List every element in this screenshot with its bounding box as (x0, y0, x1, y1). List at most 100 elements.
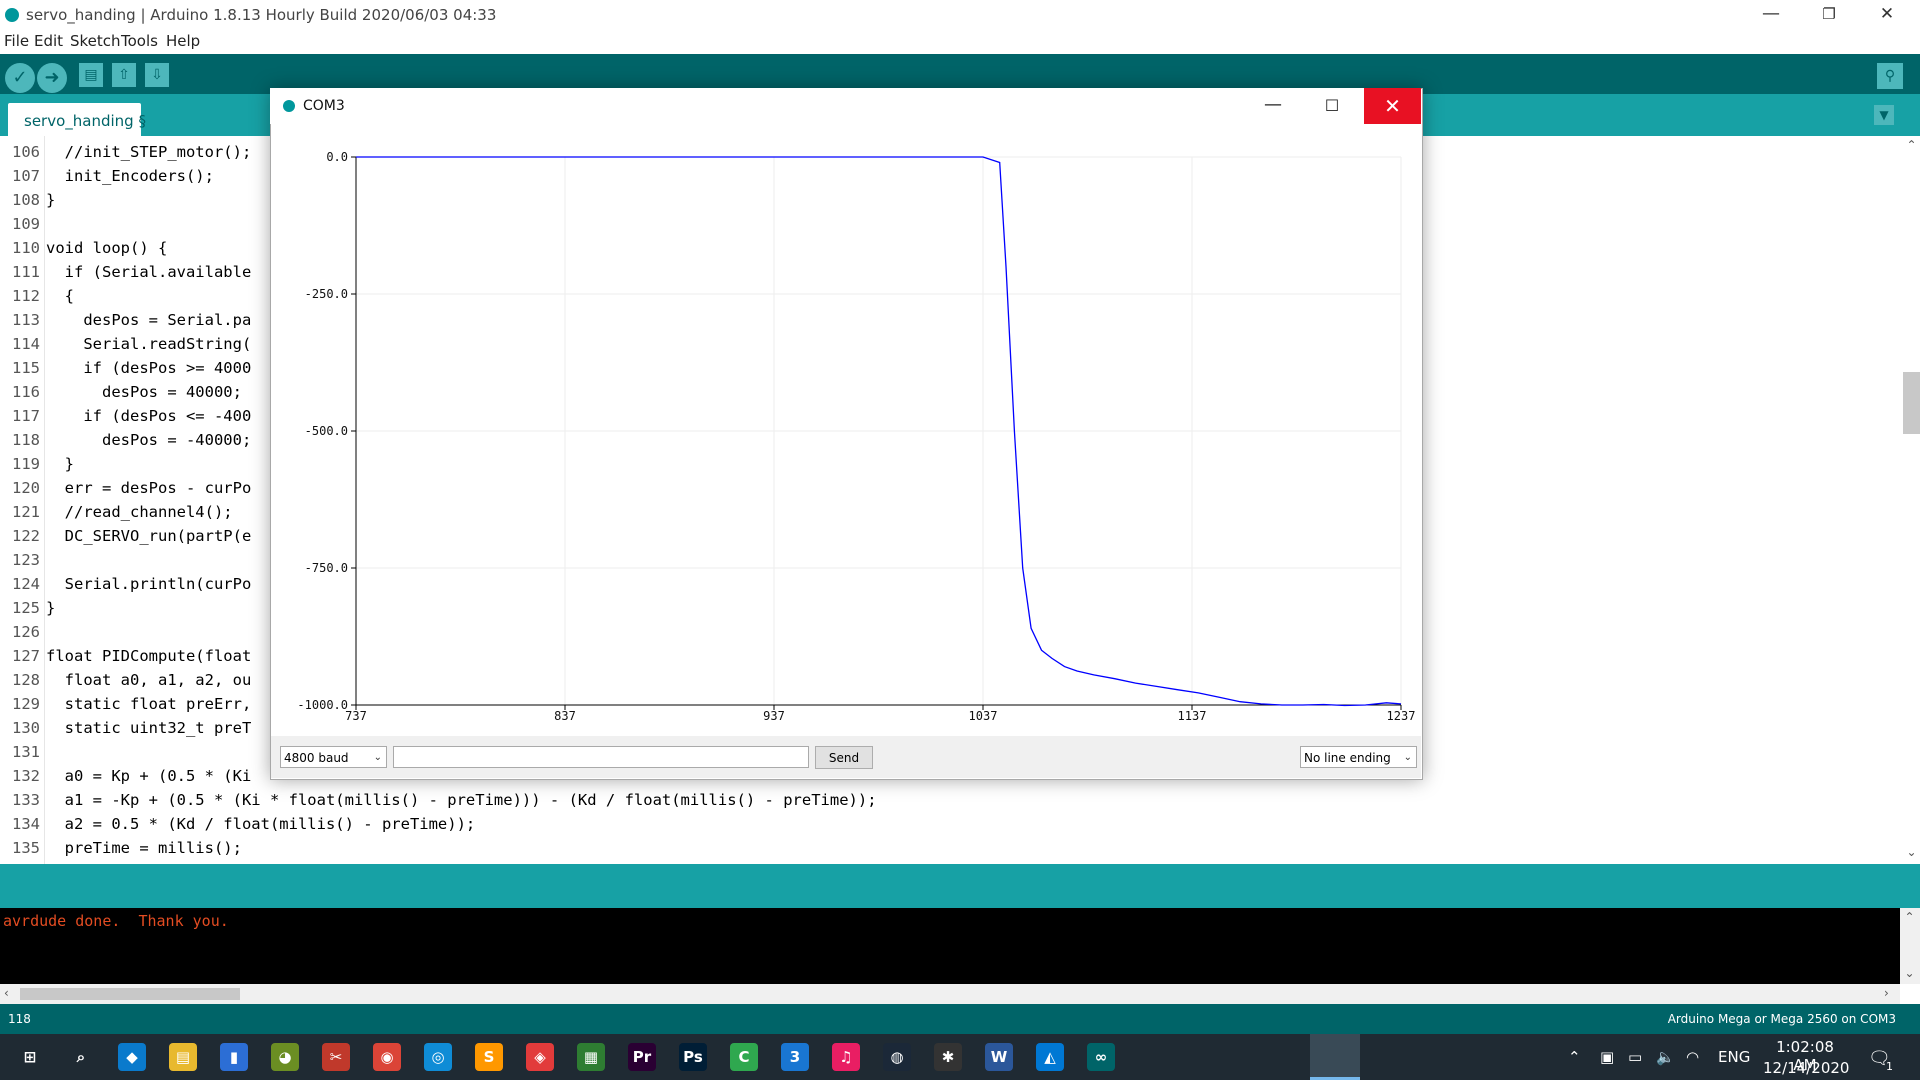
console-scroll-up-icon[interactable]: ⌃ (1901, 910, 1918, 924)
menu-sketch[interactable]: Sketch (70, 32, 121, 50)
battery-icon[interactable]: ▭ (1628, 1048, 1642, 1066)
code-line[interactable]: 121 //read_channel4(); (0, 500, 233, 524)
chrome-icon[interactable]: ◉ (373, 1043, 401, 1071)
editor-vertical-scrollbar[interactable] (1903, 136, 1920, 864)
line-number: 125 (12, 599, 40, 617)
paint-icon[interactable]: ◕ (271, 1043, 299, 1071)
code-line[interactable]: 123 (0, 548, 46, 572)
code-line[interactable]: 130 static uint32_t preT (0, 716, 251, 740)
console-hscroll-thumb[interactable] (20, 988, 240, 1000)
code-line[interactable]: 128 float a0, a1, a2, ou (0, 668, 251, 692)
console-scroll-down-icon[interactable]: ⌄ (1901, 966, 1918, 980)
edge-icon[interactable]: ◎ (424, 1043, 452, 1071)
sublime-icon[interactable]: S (475, 1043, 503, 1071)
scroll-right-icon[interactable]: › (1884, 986, 1889, 1000)
serial-send-input[interactable] (393, 746, 809, 768)
tool-icon[interactable]: ✱ (934, 1043, 962, 1071)
upload-button[interactable]: ➜ (37, 63, 67, 93)
notes-icon[interactable]: ▮ (220, 1043, 248, 1071)
itunes-icon[interactable]: ♫ (832, 1043, 860, 1071)
code-line[interactable]: 119 } (0, 452, 74, 476)
code-line[interactable]: 133 a1 = -Kp + (0.5 * (Ki * float(millis… (0, 788, 877, 812)
menu-help[interactable]: Help (166, 32, 200, 50)
line-number: 110 (12, 239, 40, 257)
code-line[interactable]: 122 DC_SERVO_run(partP(e (0, 524, 251, 548)
menu-file[interactable]: File (4, 32, 29, 50)
language-indicator[interactable]: ENG (1718, 1048, 1750, 1066)
code-line[interactable]: 132 a0 = Kp + (0.5 * (Ki (0, 764, 251, 788)
send-button[interactable]: Send (815, 746, 873, 769)
chevron-up-icon[interactable]: ⌃ (1568, 1048, 1581, 1066)
code-line[interactable]: 126 (0, 620, 46, 644)
arduino-icon[interactable]: ∞ (1087, 1043, 1115, 1071)
scroll-left-icon[interactable]: ‹ (4, 986, 9, 1000)
code-line[interactable]: 116 desPos = 40000; (0, 380, 242, 404)
line-number: 129 (12, 695, 40, 713)
close-button[interactable]: ✕ (1858, 0, 1916, 30)
code-line[interactable]: 127 float PIDCompute(float (0, 644, 251, 668)
photos-icon[interactable]: ◭ (1036, 1043, 1064, 1071)
code-line[interactable]: 108} (0, 188, 55, 212)
code-text: //init_STEP_motor(); (46, 143, 252, 161)
editor-scroll-thumb[interactable] (1903, 372, 1920, 434)
scroll-down-icon[interactable]: ⌄ (1903, 845, 1920, 859)
save-button[interactable]: ⇩ (145, 63, 169, 87)
code-line[interactable]: 135 preTime = millis(); (0, 836, 242, 860)
code-line[interactable]: 131 (0, 740, 46, 764)
code-line[interactable]: 115 if (desPos >= 4000 (0, 356, 251, 380)
line-number: 134 (12, 815, 40, 833)
premiere-icon[interactable]: Pr (628, 1043, 656, 1071)
search-icon[interactable]: ⌕ (67, 1043, 95, 1071)
window-title: servo_handing | Arduino 1.8.13 Hourly Bu… (26, 6, 497, 24)
code-line[interactable]: 118 desPos = -40000; (0, 428, 251, 452)
code-line[interactable]: 124 Serial.println(curPo (0, 572, 251, 596)
restore-button[interactable]: ❐ (1800, 0, 1858, 30)
menu-edit[interactable]: Edit (34, 32, 63, 50)
console-horizontal-scrollbar[interactable] (0, 984, 1900, 1004)
serial-monitor-button[interactable]: ⚲ (1877, 63, 1903, 89)
y-tick-label: -500.0 (305, 424, 348, 438)
camtasia-icon[interactable]: C (730, 1043, 758, 1071)
code-line[interactable]: 112 { (0, 284, 74, 308)
vscode-icon[interactable]: ◆ (118, 1043, 146, 1071)
code-line[interactable]: 107 init_Encoders(); (0, 164, 214, 188)
code-line[interactable]: 125} (0, 596, 55, 620)
app3-icon[interactable]: 3 (781, 1043, 809, 1071)
file-explorer-icon[interactable]: ▤ (169, 1043, 197, 1071)
word-icon[interactable]: W (985, 1043, 1013, 1071)
line-number: 132 (12, 767, 40, 785)
volume-icon[interactable]: 🔈 (1656, 1048, 1675, 1066)
plotter-close-button[interactable]: ✕ (1364, 88, 1421, 124)
code-line[interactable]: 134 a2 = 0.5 * (Kd / float(millis() - pr… (0, 812, 475, 836)
open-button[interactable]: ⇧ (112, 63, 136, 87)
code-line[interactable]: 129 static float preErr, (0, 692, 251, 716)
code-line[interactable]: 106 //init_STEP_motor(); (0, 140, 251, 164)
line-number: 121 (12, 503, 40, 521)
git-icon[interactable]: ◈ (526, 1043, 554, 1071)
clock-date[interactable]: 12/14/2020 (1763, 1059, 1849, 1077)
photoshop-icon[interactable]: Ps (679, 1043, 707, 1071)
code-line[interactable]: 114 Serial.readString( (0, 332, 251, 356)
code-line[interactable]: 109 (0, 212, 46, 236)
code-line[interactable]: 110 void loop() { (0, 236, 167, 260)
plotter-maximize-button[interactable]: ☐ (1304, 88, 1360, 124)
line-ending-select[interactable]: No line ending ⌄ (1300, 746, 1417, 768)
meet-icon[interactable]: ▣ (1600, 1048, 1614, 1066)
menu-tools[interactable]: Tools (121, 32, 158, 50)
sheet-icon[interactable]: ▦ (577, 1043, 605, 1071)
new-button[interactable]: ▤ (79, 63, 103, 87)
baud-rate-select[interactable]: 4800 baud ⌄ (280, 746, 387, 768)
tab-menu-button[interactable]: ▼ (1874, 105, 1894, 125)
code-line[interactable]: 120 err = desPos - curPo (0, 476, 251, 500)
code-line[interactable]: 113 desPos = Serial.pa (0, 308, 251, 332)
wifi-icon[interactable]: ◠ (1686, 1048, 1699, 1066)
snip-icon[interactable]: ✂ (322, 1043, 350, 1071)
minimize-button[interactable]: — (1742, 0, 1800, 30)
steam-icon[interactable]: ◍ (883, 1043, 911, 1071)
start-icon[interactable]: ⊞ (16, 1043, 44, 1071)
scroll-up-icon[interactable]: ⌃ (1903, 138, 1920, 152)
code-line[interactable]: 117 if (desPos <= -400 (0, 404, 251, 428)
plotter-minimize-button[interactable]: — (1247, 88, 1299, 124)
verify-button[interactable]: ✓ (5, 63, 35, 93)
code-line[interactable]: 111 if (Serial.available (0, 260, 251, 284)
